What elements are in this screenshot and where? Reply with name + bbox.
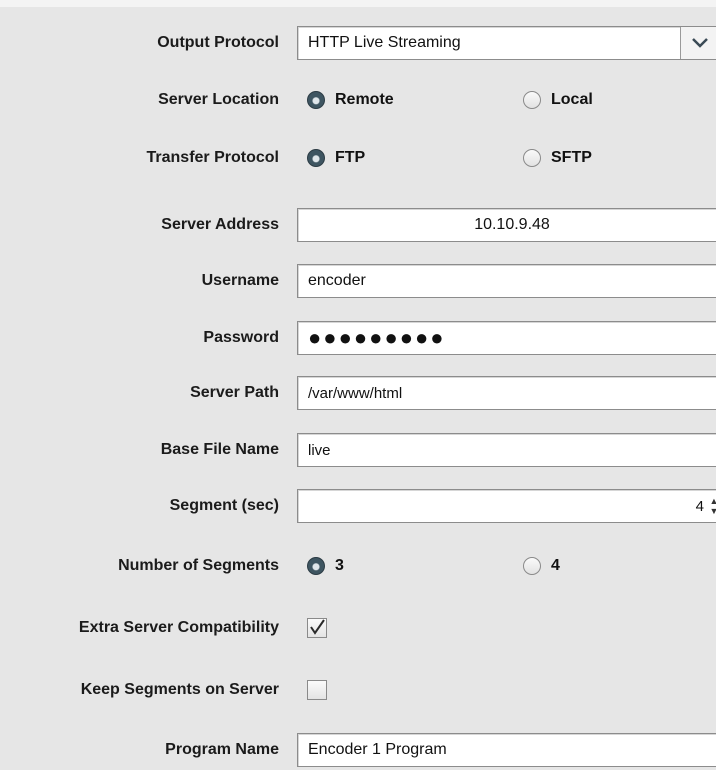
chevron-down-icon [692, 38, 708, 48]
server-path-label: Server Path [190, 384, 279, 401]
radio-remote-label: Remote [335, 91, 394, 108]
number-of-segments-label: Number of Segments [118, 557, 279, 574]
radio-remote[interactable]: Remote [307, 80, 394, 120]
extra-server-compat-label: Extra Server Compatibility [78, 619, 279, 636]
row-base-file-name: Base File Name live [0, 430, 716, 470]
segment-sec-spinner[interactable]: 4 ▲ ▼ [297, 489, 716, 523]
output-protocol-label: Output Protocol [157, 34, 279, 51]
segment-sec-stepper[interactable]: ▲ ▼ [708, 492, 716, 520]
program-name-label: Program Name [165, 741, 279, 758]
row-segment-sec: Segment (sec) 4 ▲ ▼ [0, 486, 716, 526]
radio-ftp[interactable]: FTP [307, 138, 365, 178]
chevron-down-icon[interactable]: ▼ [710, 506, 716, 516]
hls-output-settings-panel: Output Protocol HTTP Live Streaming Serv… [0, 0, 716, 767]
radio-ftp-label: FTP [335, 149, 366, 166]
segment-sec-label: Segment (sec) [169, 497, 279, 514]
server-path-input[interactable]: /var/www/html [297, 376, 716, 410]
radio-selected-icon [307, 91, 325, 109]
radio-sftp-label: SFTP [551, 149, 592, 166]
server-location-label: Server Location [158, 91, 279, 108]
row-username: Username encoder [0, 261, 716, 301]
server-address-label: Server Address [161, 216, 279, 233]
segment-sec-value: 4 [695, 497, 704, 515]
radio-segments-4-label: 4 [551, 557, 560, 574]
checkmark-icon [310, 619, 325, 635]
server-address-input[interactable]: 10.10.9.48 [297, 208, 716, 242]
password-label: Password [203, 329, 279, 346]
row-password: Password ●●●●●●●●● [0, 318, 716, 358]
radio-unselected-icon [523, 557, 541, 575]
row-output-protocol: Output Protocol HTTP Live Streaming [0, 23, 716, 63]
output-protocol-value: HTTP Live Streaming [308, 34, 461, 51]
row-keep-segments: Keep Segments on Server [0, 670, 716, 710]
row-extra-server-compat: Extra Server Compatibility [0, 608, 716, 648]
row-server-location: Server Location Remote Local [0, 80, 716, 120]
radio-selected-icon [307, 149, 325, 167]
row-server-address: Server Address 10.10.9.48 [0, 205, 716, 245]
row-number-of-segments: Number of Segments 3 4 [0, 546, 716, 586]
radio-unselected-icon [523, 149, 541, 167]
radio-sftp[interactable]: SFTP [523, 138, 592, 178]
radio-segments-3[interactable]: 3 [307, 546, 344, 586]
radio-local[interactable]: Local [523, 80, 593, 120]
row-transfer-protocol: Transfer Protocol FTP SFTP [0, 138, 716, 178]
keep-segments-checkbox[interactable] [307, 680, 327, 700]
extra-server-compat-checkbox[interactable] [307, 618, 327, 638]
radio-segments-4[interactable]: 4 [523, 546, 560, 586]
base-file-name-input[interactable]: live [297, 433, 716, 467]
program-name-input[interactable]: Encoder 1 Program [297, 733, 716, 767]
transfer-protocol-label: Transfer Protocol [146, 149, 279, 166]
row-program-name: Program Name Encoder 1 Program [0, 730, 716, 770]
keep-segments-label: Keep Segments on Server [80, 681, 279, 698]
radio-local-label: Local [551, 91, 593, 108]
dropdown-button[interactable] [680, 27, 716, 59]
radio-selected-icon [307, 557, 325, 575]
password-input[interactable]: ●●●●●●●●● [297, 321, 716, 355]
row-server-path: Server Path /var/www/html [0, 373, 716, 413]
radio-segments-3-label: 3 [335, 557, 344, 574]
radio-unselected-icon [523, 91, 541, 109]
username-input[interactable]: encoder [297, 264, 716, 298]
output-protocol-select[interactable]: HTTP Live Streaming [297, 26, 716, 60]
username-label: Username [201, 272, 279, 289]
chevron-up-icon[interactable]: ▲ [710, 496, 716, 506]
base-file-name-label: Base File Name [160, 441, 279, 458]
